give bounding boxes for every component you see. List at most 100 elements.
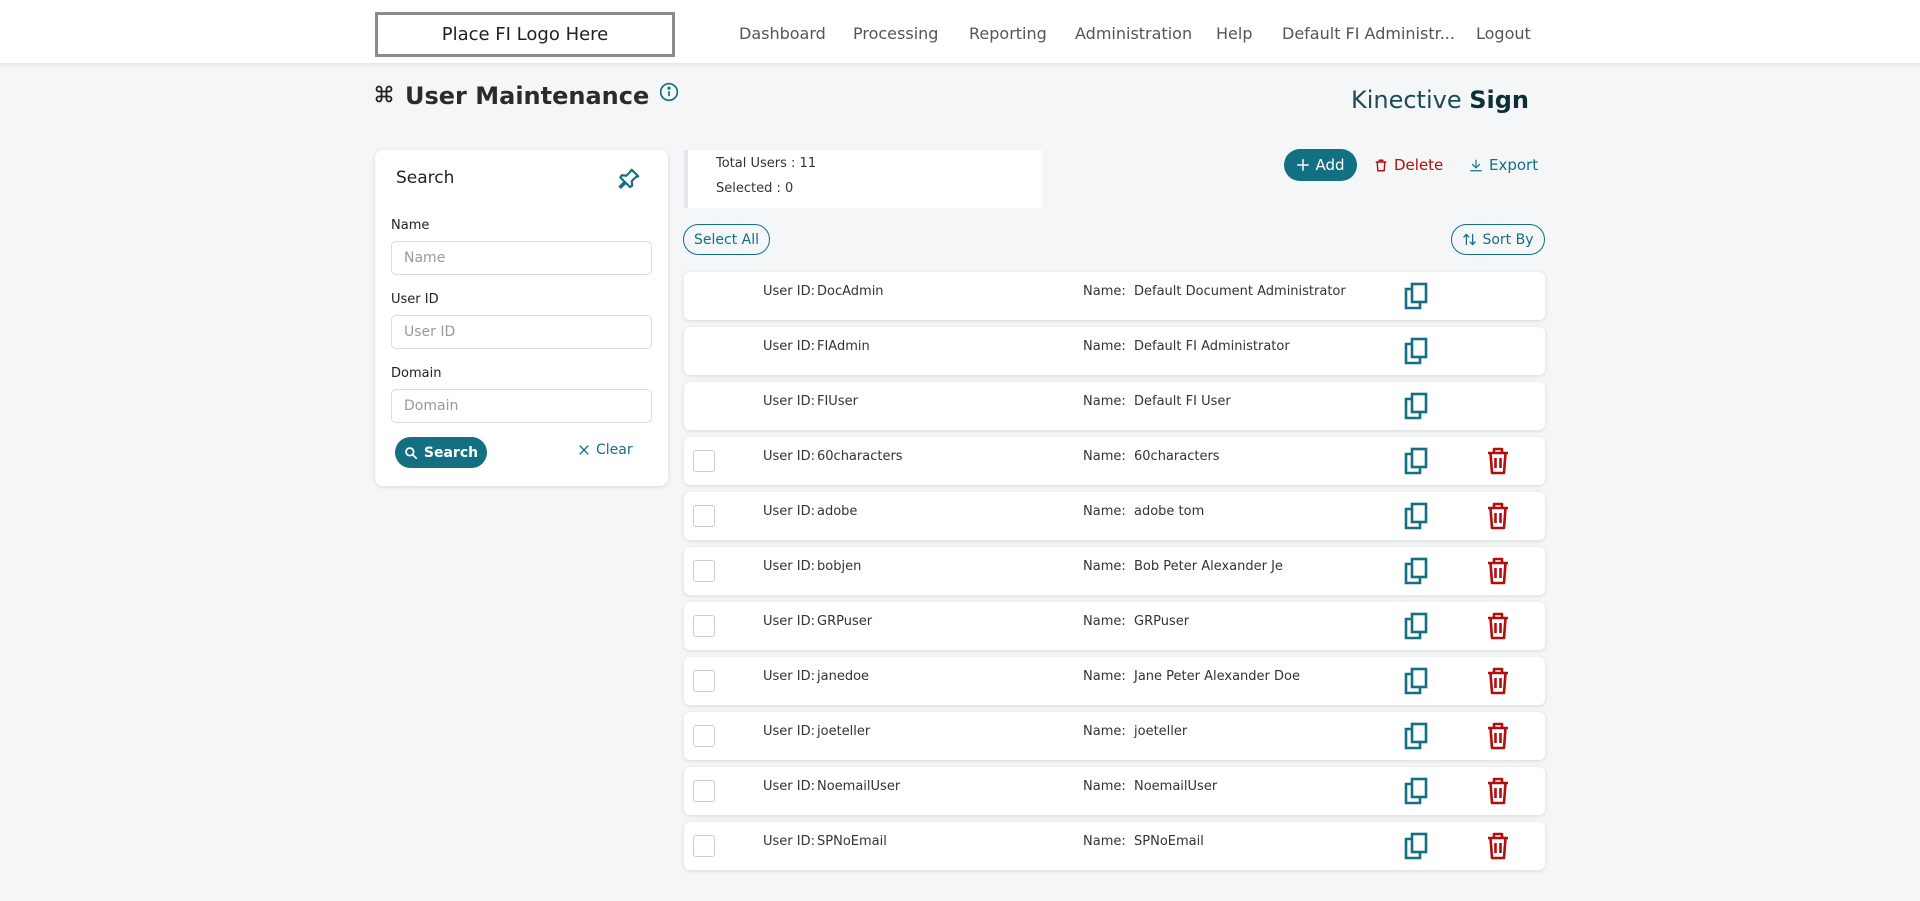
row-select-checkbox[interactable] [693, 835, 715, 857]
name-value: joeteller [1134, 724, 1188, 739]
name-label: Name: [1083, 614, 1126, 629]
trash-icon[interactable] [1486, 832, 1510, 864]
export-button[interactable]: Export [1469, 156, 1538, 174]
name-label: Name: [1083, 779, 1126, 794]
user-id-value: NoemailUser [817, 779, 901, 794]
copy-icon[interactable] [1403, 557, 1429, 589]
user-id-label: User ID: [763, 669, 815, 684]
user-id-value: adobe [817, 504, 858, 519]
userid-field-label: User ID [391, 292, 439, 307]
user-id-label: User ID: [763, 284, 815, 299]
copy-icon[interactable] [1403, 722, 1429, 754]
user-row[interactable]: User ID: DocAdmin Name: Default Document Ad… [684, 272, 1545, 320]
nav-reporting[interactable]: Reporting [969, 24, 1047, 43]
nav-dashboard[interactable]: Dashboard [739, 24, 826, 43]
add-button-label: Add [1315, 156, 1345, 174]
search-panel: Search Name User ID Domain Search Clear [375, 150, 668, 486]
copy-icon[interactable] [1403, 667, 1429, 699]
info-icon[interactable] [659, 82, 679, 106]
user-row[interactable]: User ID: SPNoEmail Name: SPNoEmail [684, 822, 1545, 870]
copy-icon[interactable] [1403, 612, 1429, 644]
copy-icon[interactable] [1403, 502, 1429, 534]
copy-icon[interactable] [1403, 447, 1429, 479]
user-row[interactable]: User ID: adobe Name: adobe tom [684, 492, 1545, 540]
row-select-checkbox[interactable] [693, 450, 715, 472]
trash-icon[interactable] [1486, 447, 1510, 479]
brand-bold-text: Sign [1469, 86, 1529, 114]
user-id-label: User ID: [763, 614, 815, 629]
name-value: Default Document Administrator [1134, 284, 1346, 299]
row-select-checkbox[interactable] [693, 725, 715, 747]
domain-input[interactable] [391, 389, 652, 423]
user-id-value: GRPuser [817, 614, 873, 629]
delete-users-button[interactable]: Delete [1374, 156, 1443, 174]
name-label: Name: [1083, 339, 1126, 354]
user-id-label: User ID: [763, 449, 815, 464]
user-id-label: User ID: [763, 724, 815, 739]
row-select-checkbox[interactable] [693, 780, 715, 802]
plus-icon [1297, 159, 1310, 171]
trash-icon[interactable] [1486, 502, 1510, 534]
name-label: Name: [1083, 669, 1126, 684]
domain-field-label: Domain [391, 366, 442, 381]
nav-logout[interactable]: Logout [1476, 24, 1531, 43]
name-value: adobe tom [1134, 504, 1205, 519]
close-icon [579, 445, 589, 455]
trash-icon [1375, 159, 1387, 171]
user-row[interactable]: User ID: joeteller Name: joeteller [684, 712, 1545, 760]
name-value: Jane Peter Alexander Doe [1134, 669, 1300, 684]
row-select-checkbox[interactable] [693, 670, 715, 692]
name-label: Name: [1083, 834, 1126, 849]
total-users-count: Total Users : 11 [716, 156, 817, 171]
search-button[interactable]: Search [395, 437, 487, 468]
fi-logo-placeholder[interactable]: Place FI Logo Here [375, 12, 675, 57]
row-select-checkbox[interactable] [693, 560, 715, 582]
user-id-value: FIUser [817, 394, 858, 409]
user-id-value: joeteller [817, 724, 871, 739]
copy-icon[interactable] [1403, 392, 1429, 424]
trash-icon[interactable] [1486, 667, 1510, 699]
user-id-label: User ID: [763, 834, 815, 849]
copy-icon[interactable] [1403, 832, 1429, 864]
trash-icon[interactable] [1486, 722, 1510, 754]
userid-input[interactable] [391, 315, 652, 349]
select-all-button[interactable]: Select All [683, 224, 770, 255]
copy-icon[interactable] [1403, 282, 1429, 314]
pin-icon[interactable] [616, 166, 642, 196]
user-id-label: User ID: [763, 394, 815, 409]
user-list: User ID: DocAdmin Name: Default Document Ad… [684, 272, 1545, 877]
nav-processing[interactable]: Processing [853, 24, 938, 43]
add-user-button[interactable]: Add [1284, 149, 1357, 181]
delete-button-label: Delete [1394, 156, 1444, 174]
user-row[interactable]: User ID: janedoe Name: Jane Peter Alexander… [684, 657, 1545, 705]
user-id-label: User ID: [763, 779, 815, 794]
row-select-checkbox[interactable] [693, 505, 715, 527]
user-id-value: janedoe [817, 669, 870, 684]
name-input[interactable] [391, 241, 652, 275]
clear-button-label: Clear [596, 442, 633, 458]
row-select-checkbox[interactable] [693, 615, 715, 637]
trash-icon[interactable] [1486, 557, 1510, 589]
download-icon [1470, 159, 1482, 171]
sort-icon [1463, 233, 1477, 246]
sort-by-button[interactable]: Sort By [1451, 224, 1545, 255]
user-row[interactable]: User ID: NoemailUser Name: NoemailUser [684, 767, 1545, 815]
nav-help[interactable]: Help [1216, 24, 1252, 43]
search-panel-title: Search [396, 168, 455, 188]
user-row[interactable]: User ID: GRPuser Name: GRPuser [684, 602, 1545, 650]
name-label: Name: [1083, 449, 1126, 464]
user-row[interactable]: User ID: FIUser Name: Default FI User [684, 382, 1545, 430]
user-id-value: FIAdmin [817, 339, 870, 354]
user-row[interactable]: User ID: FIAdmin Name: Default FI Administr… [684, 327, 1545, 375]
nav-administration[interactable]: Administration [1075, 24, 1192, 43]
user-row[interactable]: User ID: bobjen Name: Bob Peter Alexander J… [684, 547, 1545, 595]
name-value: SPNoEmail [1134, 834, 1204, 849]
copy-icon[interactable] [1403, 337, 1429, 369]
user-row[interactable]: User ID: 60characters Name: 60characters [684, 437, 1545, 485]
nav-user-menu[interactable]: Default FI Administr... [1282, 24, 1455, 43]
name-value: NoemailUser [1134, 779, 1218, 794]
trash-icon[interactable] [1486, 777, 1510, 809]
copy-icon[interactable] [1403, 777, 1429, 809]
trash-icon[interactable] [1486, 612, 1510, 644]
clear-button[interactable]: Clear [578, 442, 633, 458]
